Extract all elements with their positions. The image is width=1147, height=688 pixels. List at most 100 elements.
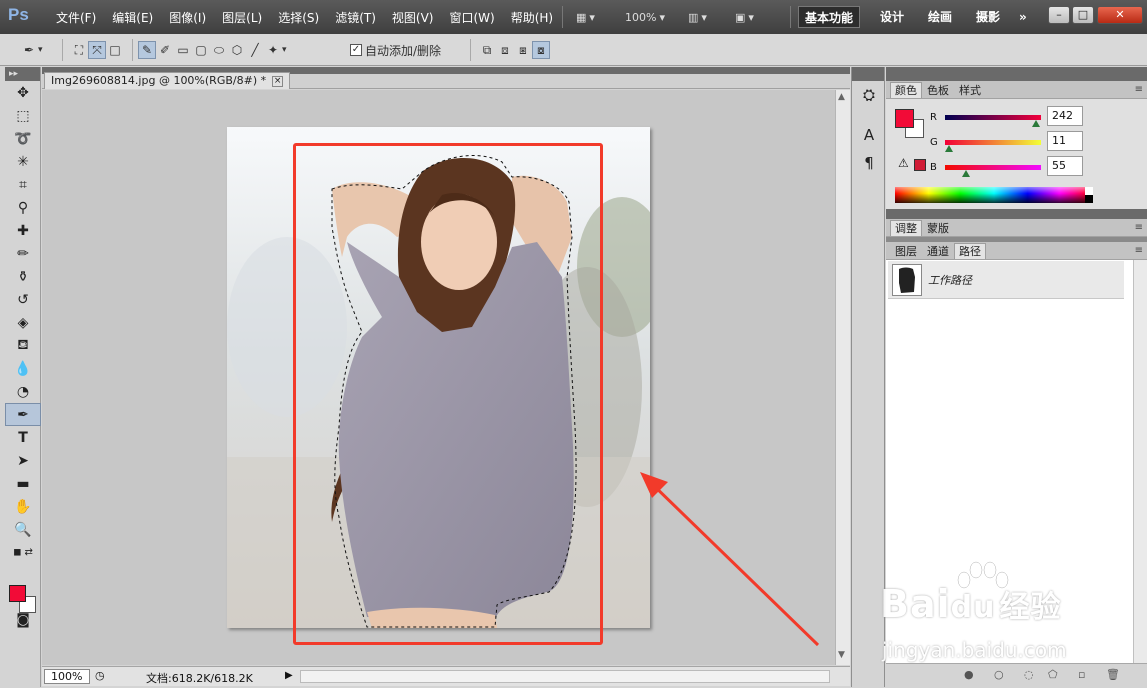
blue-value-field[interactable]: 55: [1047, 156, 1083, 176]
spectrum-black-swatch[interactable]: [1085, 195, 1093, 203]
menu-image[interactable]: 图像(I): [161, 9, 214, 26]
blue-slider-thumb[interactable]: [961, 170, 970, 177]
shape-tool-icon[interactable]: ▬: [5, 472, 41, 495]
path-item-work-path[interactable]: 工作路径: [888, 261, 1124, 299]
scroll-up-icon[interactable]: ▲: [838, 92, 845, 102]
eyedropper-icon[interactable]: ⚲: [5, 196, 41, 219]
status-menu-arrow-icon[interactable]: ▶: [285, 670, 293, 681]
combine-paths-icon[interactable]: ⧉: [478, 41, 496, 59]
menu-window[interactable]: 窗口(W): [441, 9, 502, 26]
menu-help[interactable]: 帮助(H): [503, 9, 561, 26]
zoom-level-dropdown[interactable]: 100% ▾: [625, 7, 665, 27]
workspace-design[interactable]: 设计: [874, 6, 910, 28]
out-of-gamut-warning-icon[interactable]: ⚠: [898, 156, 909, 170]
paragraph-panel-icon[interactable]: ¶: [852, 149, 886, 177]
panel-dock-header[interactable]: [886, 67, 1147, 81]
clone-stamp-icon[interactable]: ⚱: [5, 265, 41, 288]
polygon-icon[interactable]: ⬡: [228, 41, 246, 59]
tab-paths[interactable]: 路径: [954, 243, 986, 259]
gamut-color-swatch[interactable]: [914, 159, 926, 171]
paint-bucket-icon[interactable]: ⛾: [5, 334, 41, 357]
ellipse-icon[interactable]: ⬭: [210, 41, 228, 59]
arrange-documents-button[interactable]: ▥ ▾: [688, 7, 707, 27]
tool-preset-picker[interactable]: ✒ ▾: [20, 41, 43, 59]
eraser-icon[interactable]: ◈: [5, 311, 41, 334]
document-tab[interactable]: Img269608814.jpg @ 100%(RGB/8#) * ×: [44, 72, 291, 89]
workspace-photography[interactable]: 摄影: [970, 6, 1006, 28]
line-icon[interactable]: ╱: [246, 41, 264, 59]
tab-layers[interactable]: 图层: [890, 243, 922, 259]
tab-color[interactable]: 颜色: [890, 82, 922, 98]
tab-channels[interactable]: 通道: [922, 243, 954, 259]
blur-tool-icon[interactable]: 💧: [5, 357, 41, 380]
pen-tool-icon[interactable]: ✎: [138, 41, 156, 59]
red-value-field[interactable]: 242: [1047, 106, 1083, 126]
marquee-tool-icon[interactable]: ⬚: [5, 104, 41, 127]
tab-adjustments[interactable]: 调整: [890, 220, 922, 236]
minimize-button[interactable]: –: [1048, 6, 1070, 24]
brush-tool-icon[interactable]: ✏: [5, 242, 41, 265]
history-brush-icon[interactable]: ↺: [5, 288, 41, 311]
menu-filter[interactable]: 滤镜(T): [327, 9, 384, 26]
hand-tool-icon[interactable]: ✋: [5, 495, 41, 518]
history-panel-icon[interactable]: ⛭: [852, 81, 886, 109]
panel-foreground-swatch[interactable]: [895, 109, 914, 128]
zoom-tool-icon[interactable]: 🔍: [5, 518, 41, 541]
menu-file[interactable]: 文件(F): [48, 9, 104, 26]
workspace-essentials[interactable]: 基本功能: [798, 6, 861, 28]
strip-header[interactable]: [852, 67, 884, 81]
close-icon[interactable]: ×: [272, 75, 284, 87]
fill-pixels-icon[interactable]: □: [106, 41, 124, 59]
status-clock-icon[interactable]: ◷: [95, 669, 105, 682]
magic-wand-icon[interactable]: ✳: [5, 150, 41, 173]
red-slider-thumb[interactable]: [1032, 120, 1041, 127]
foreground-color-swatch[interactable]: [9, 585, 26, 602]
vertical-scrollbar[interactable]: ▲ ▼: [835, 90, 850, 665]
rounded-rectangle-icon[interactable]: ▢: [192, 41, 210, 59]
scroll-down-icon[interactable]: ▼: [838, 650, 845, 660]
tab-masks[interactable]: 蒙版: [922, 220, 954, 236]
freeform-pen-icon[interactable]: ✐: [156, 41, 174, 59]
pen-tool-icon[interactable]: ✒: [5, 403, 41, 426]
menu-layer[interactable]: 图层(L): [214, 9, 270, 26]
path-selection-icon[interactable]: ➤: [5, 449, 41, 472]
panel-menu-icon[interactable]: ≡: [1135, 245, 1143, 256]
screen-mode-button[interactable]: ▣ ▾: [735, 7, 754, 27]
spectrum-white-swatch[interactable]: [1085, 187, 1093, 195]
blue-channel-slider[interactable]: [945, 165, 1041, 170]
tab-styles[interactable]: 样式: [954, 82, 986, 98]
custom-shape-icon[interactable]: ✦: [264, 41, 282, 59]
subtract-paths-icon[interactable]: ⧈: [496, 41, 514, 59]
shape-layers-icon[interactable]: ⛶: [70, 41, 88, 59]
workspace-painting[interactable]: 绘画: [922, 6, 958, 28]
close-button[interactable]: ✕: [1097, 6, 1143, 24]
paths-mode-icon[interactable]: ⤧: [88, 41, 106, 59]
type-tool-icon[interactable]: T: [5, 426, 41, 449]
maximize-button[interactable]: □: [1072, 6, 1094, 24]
character-panel-icon[interactable]: A: [852, 121, 886, 149]
intersect-paths-icon[interactable]: ⧆: [514, 41, 532, 59]
more-workspaces-button[interactable]: »: [1013, 6, 1033, 28]
chevron-down-icon[interactable]: ▾: [282, 45, 287, 55]
menu-select[interactable]: 选择(S): [270, 9, 327, 26]
rectangle-icon[interactable]: ▭: [174, 41, 192, 59]
green-slider-thumb[interactable]: [945, 145, 954, 152]
dodge-tool-icon[interactable]: ◔: [5, 380, 41, 403]
panel-menu-icon[interactable]: ≡: [1135, 222, 1143, 233]
green-value-field[interactable]: 11: [1047, 131, 1083, 151]
menu-edit[interactable]: 编辑(E): [104, 9, 161, 26]
launch-bridge-button[interactable]: ▦ ▾: [576, 7, 595, 27]
tab-swatches[interactable]: 色板: [922, 82, 954, 98]
tools-panel-header[interactable]: ▸▸: [5, 67, 40, 81]
move-tool-icon[interactable]: ✥: [5, 81, 41, 104]
green-channel-slider[interactable]: [945, 140, 1041, 145]
lasso-tool-icon[interactable]: ➰: [5, 127, 41, 150]
auto-add-delete-checkbox[interactable]: ✓ 自动添加/删除: [350, 41, 441, 59]
swap-colors-icon[interactable]: ◼ ⇄: [5, 541, 41, 564]
zoom-field[interactable]: 100%: [44, 669, 90, 684]
exclude-paths-icon[interactable]: ⧇: [532, 41, 550, 59]
healing-brush-icon[interactable]: ✚: [5, 219, 41, 242]
panel-menu-icon[interactable]: ≡: [1135, 84, 1143, 95]
menu-view[interactable]: 视图(V): [384, 9, 442, 26]
crop-tool-icon[interactable]: ⌗: [5, 173, 41, 196]
